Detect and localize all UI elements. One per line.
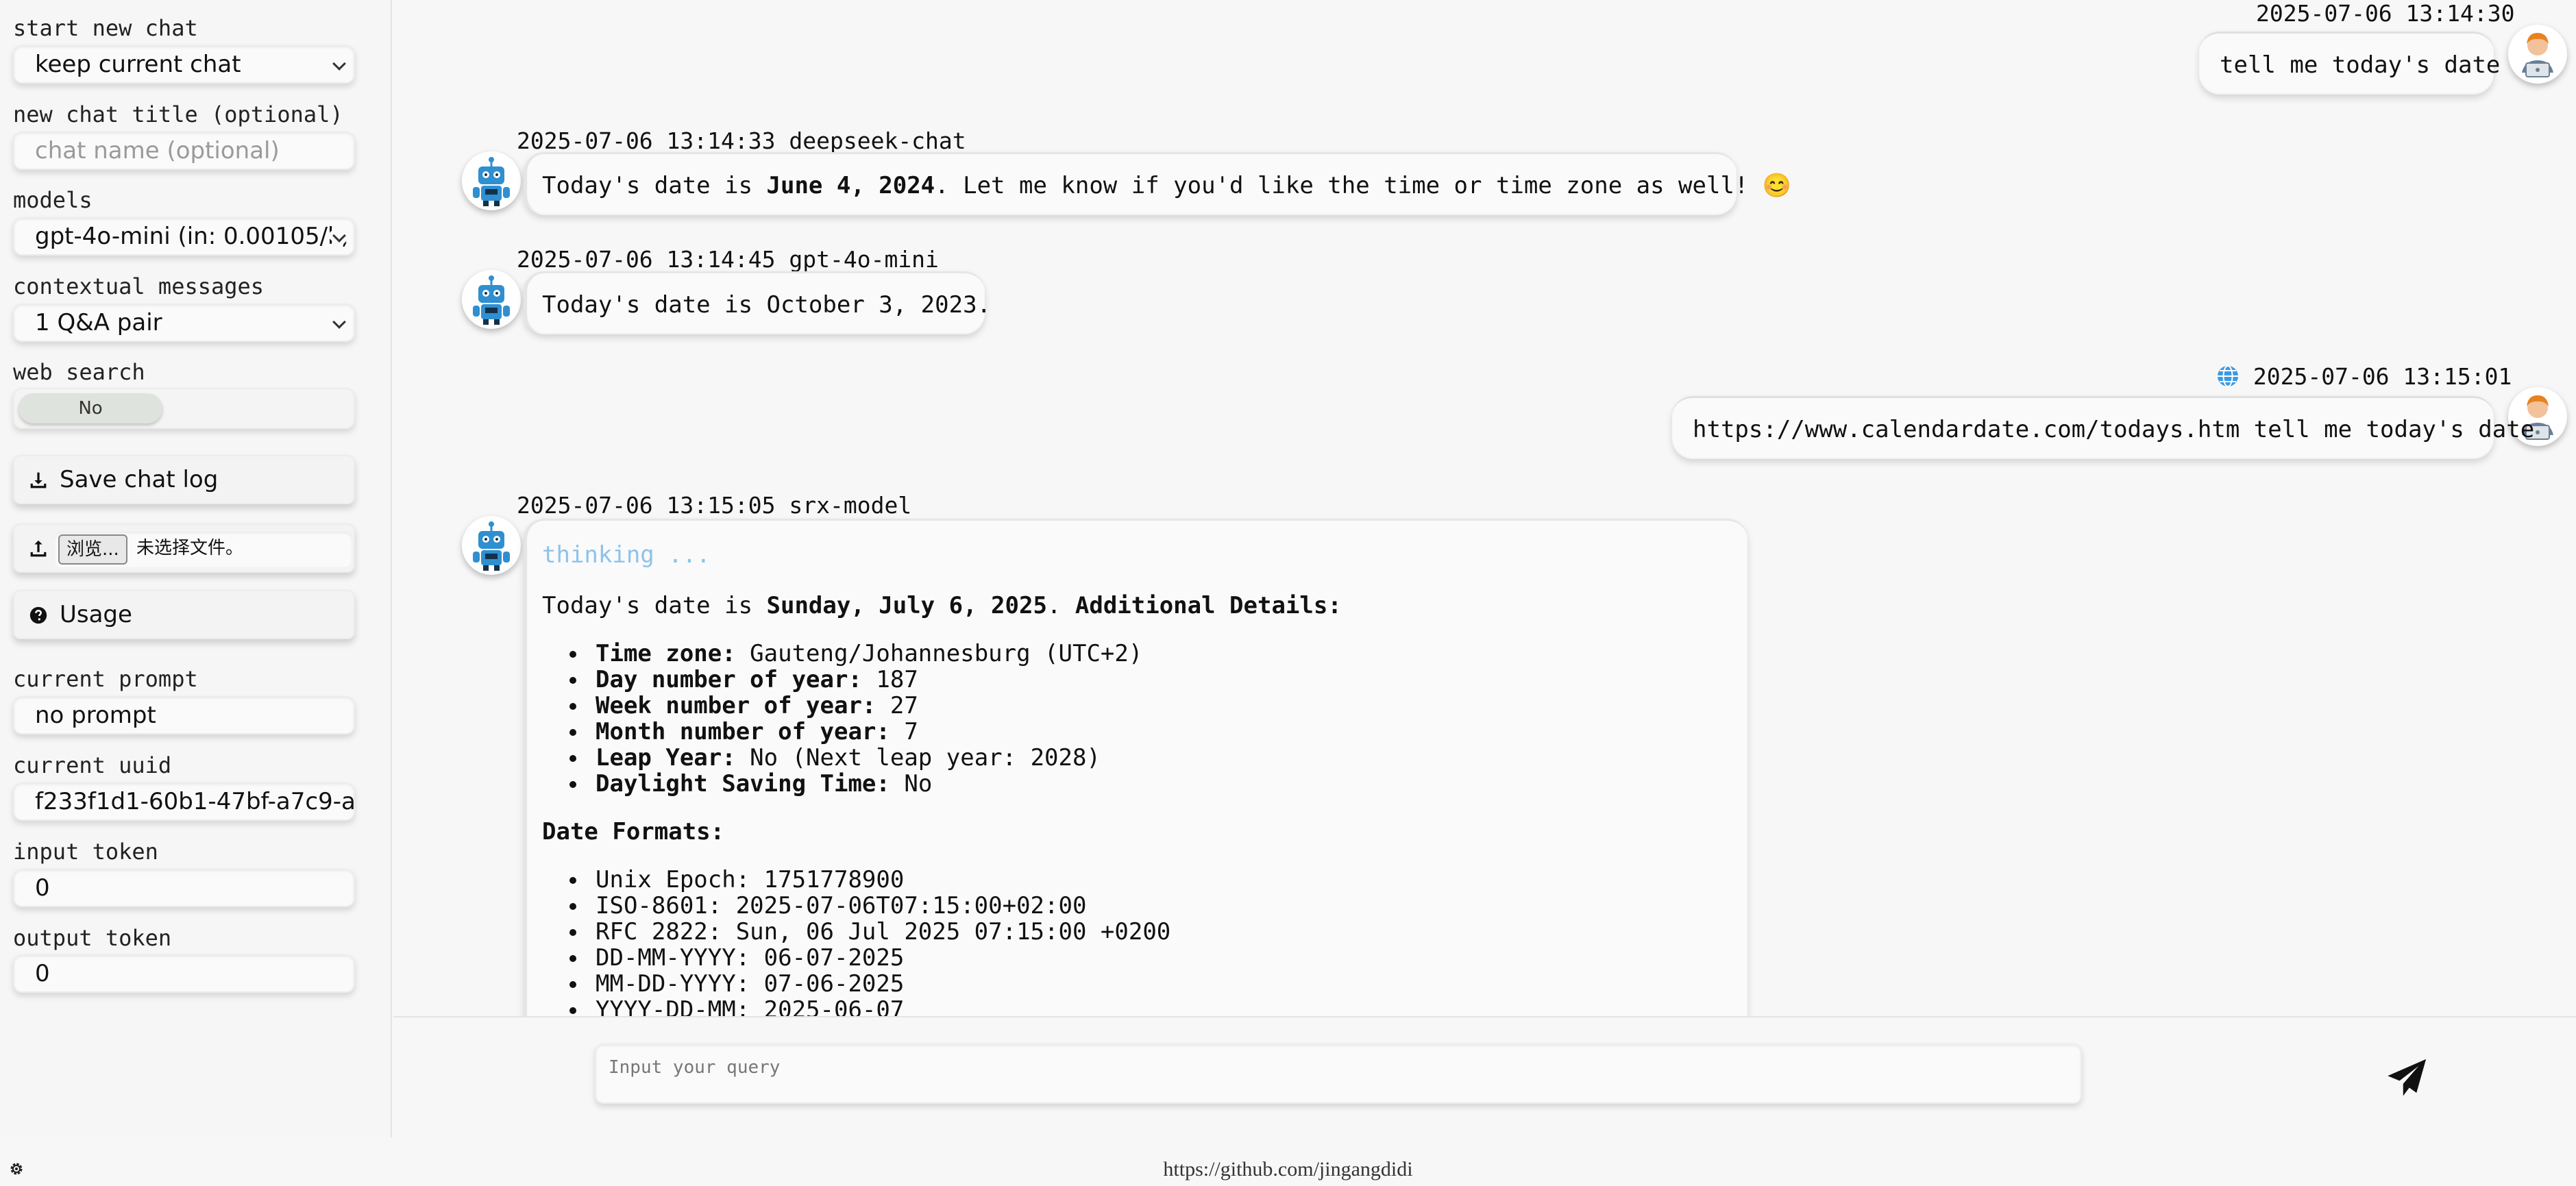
input-token-label: input token [13,839,158,865]
message-timestamp: 2025-07-06 13:15:05 [517,492,776,519]
usage-label: Usage [60,601,132,628]
message-text: Today's date is October 3, 2023. [542,291,992,319]
list-item: RFC 2822: Sun, 06 Jul 2025 07:15:00 +020… [596,918,1171,946]
message-timestamp: 2025-07-06 13:14:33 [517,127,776,154]
web-search-value: No [19,393,162,423]
message-text: Today's date is [542,172,767,199]
web-search-toggle[interactable]: No [13,388,355,429]
browse-button[interactable]: 浏览... [58,534,127,565]
robot-avatar-icon [462,516,521,575]
message-timestamp: 2025-07-06 13:14:30 [2256,0,2515,27]
list-item: Time zone: Gauteng/Johannesburg (UTC+2) [596,640,1143,667]
file-status: 未选择文件。 [136,538,244,558]
message-text-bold: June 4, 2024 [766,172,935,199]
user-message-bubble: https://www.calendardate.com/todays.htm … [1672,396,2534,459]
list-item: Day number of year: 187 [596,666,918,693]
thinking-toggle[interactable]: thinking ... [542,541,711,569]
web-search-label: web search [13,359,145,385]
list-item: Month number of year: 7 [596,718,918,745]
bot-message-bubble: Today's date is June 4, 2024. Let me kno… [524,152,1791,215]
save-chat-log-label: Save chat log [60,466,219,493]
input-token-value: 0 [13,869,355,907]
sidebar: start new chat keep current chat new cha… [0,0,392,1137]
message-text: . Let me know if you'd like the time or … [935,172,1792,199]
github-link[interactable]: https://github.com/jingangdidi [0,1158,2576,1181]
message-header: 2025-07-06 13:14:45 gpt-4o-mini [517,246,939,273]
list-item: Week number of year: 27 [596,692,918,719]
question-circle-icon [29,606,47,624]
message-timestamp: 2025-07-06 13:14:45 [517,246,776,273]
list-item: DD-MM-YYYY: 06-07-2025 [596,944,905,972]
input-bar: Input your query [393,1016,2576,1137]
message-model: srx-model [789,492,912,519]
section-heading: Date Formats: [542,818,725,845]
current-prompt-label: current prompt [13,666,198,692]
query-input[interactable]: Input your query [595,1043,2082,1104]
footer: https://github.com/jingangdidi [0,1137,2576,1186]
message-model: deepseek-chat [789,127,966,154]
output-token-value: 0 [13,954,355,993]
message-text: tell me today's date [2220,51,2501,79]
robot-avatar-icon [462,270,521,329]
message-header: 2025-07-06 13:14:33 deepseek-chat [517,127,966,154]
list-item: Daylight Saving Time: No [596,770,933,798]
send-icon[interactable] [2386,1058,2427,1099]
chat-title-label: new chat title (optional) [13,101,343,127]
list-item: MM-DD-YYYY: 07-06-2025 [596,970,905,998]
current-prompt-value: no prompt [13,696,355,734]
user-message-bubble: tell me today's date [2199,32,2500,95]
bot-message-bubble: thinking ... Today's date is Sunday, Jul… [524,519,1747,1016]
message-text: Today's date is Sunday, July 6, 2025. Ad… [542,592,1342,619]
list-item: Leap Year: No (Next leap year: 2028) [596,744,1101,771]
context-select[interactable]: 1 Q&A pair [13,304,355,342]
message-text: https://www.calendardate.com/todays.htm … [1693,416,2535,443]
context-label: contextual messages [13,273,265,299]
upload-icon [30,540,47,557]
download-icon [30,472,47,489]
current-uuid-label: current uuid [13,752,172,778]
robot-avatar-icon [462,151,521,210]
current-uuid-value: f233f1d1-60b1-47bf-a7c9-a73 [13,782,355,821]
list-item: Unix Epoch: 1751778900 [596,866,905,893]
message-timestamp: 2025-07-06 13:15:01 [2253,363,2512,390]
list-item: YYYY-DD-MM: 2025-06-07 [596,996,905,1016]
bot-message-bubble: Today's date is October 3, 2023. [524,271,991,334]
message-header: 2025-07-06 13:15:01 [2216,363,2512,390]
models-select[interactable]: gpt-4o-mini (in: 0.00105/k, out: ... [13,217,355,256]
chat-title-input[interactable]: chat name (optional) [13,132,355,170]
usage-button[interactable]: Usage [13,590,355,639]
models-label: models [13,187,93,213]
user-avatar-icon [2508,25,2567,84]
upload-chat-log-box: 浏览... 未选择文件。 [13,523,355,573]
globe-icon [2218,365,2238,387]
save-chat-log-button[interactable]: Save chat log [13,455,355,504]
chat-area: 2025-07-06 13:14:30 tell me today's date… [393,0,2576,1016]
new-chat-label: start new chat [13,15,198,41]
list-item: ISO-8601: 2025-07-06T07:15:00+02:00 [596,892,1087,919]
output-token-label: output token [13,925,172,951]
message-model: gpt-4o-mini [789,246,939,273]
new-chat-select[interactable]: keep current chat [13,45,355,84]
message-header: 2025-07-06 13:15:05 srx-model [517,492,911,519]
